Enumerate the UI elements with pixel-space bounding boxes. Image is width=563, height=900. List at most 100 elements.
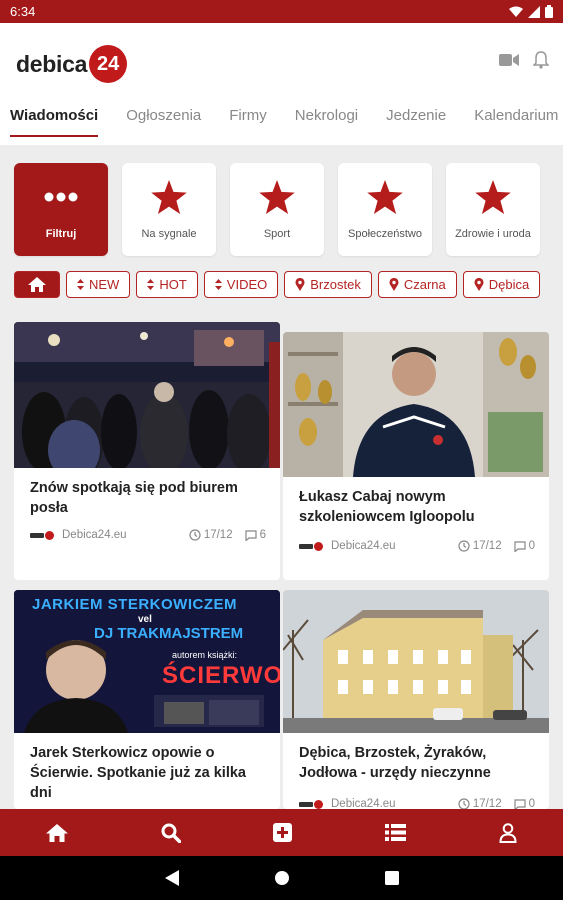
wifi-icon xyxy=(509,6,523,17)
category-filtruj[interactable]: Filtruj xyxy=(14,163,108,256)
app-logo[interactable]: debica 24 xyxy=(16,45,128,83)
tab-nekrologi[interactable]: Nekrologi xyxy=(285,107,368,137)
category-sport[interactable]: Sport xyxy=(230,163,324,256)
chip-label: VIDEO xyxy=(226,277,268,292)
article-image xyxy=(283,590,549,733)
article-title: Jarek Sterkowicz opowie o Ścierwie. Spot… xyxy=(30,745,246,801)
bottom-navigation xyxy=(0,809,563,856)
image-caption-line4: autorem książki: xyxy=(172,650,238,660)
source-logo-icon xyxy=(30,530,56,540)
status-bar: 6:34 xyxy=(0,0,563,23)
image-caption-line5: ŚCIERWO xyxy=(162,662,280,689)
location-pin-icon xyxy=(474,278,484,291)
filter-chips: NEW HOT VIDEO Brzostek Czarna Dębica xyxy=(14,271,541,298)
add-icon[interactable] xyxy=(273,823,293,842)
article-meta: Debica24.eu 17/12 0 xyxy=(299,540,535,552)
list-icon[interactable] xyxy=(385,824,407,841)
category-spoleczenstwo[interactable]: Społeczeństwo xyxy=(338,163,432,256)
category-na-sygnale[interactable]: Na sygnale xyxy=(122,163,216,256)
tab-ogloszenia[interactable]: Ogłoszenia xyxy=(116,107,211,137)
article-image: JARKIEM STERKOWICZEM vel DJ TRAKMAJSTREM… xyxy=(14,590,280,733)
status-time: 6:34 xyxy=(10,4,36,19)
image-caption-line3: DJ TRAKMAJSTREM xyxy=(94,625,244,642)
article-date: 17/12 xyxy=(472,798,502,809)
tab-firmy[interactable]: Firmy xyxy=(219,107,277,137)
category-label: Sport xyxy=(263,227,291,240)
category-label: Filtruj xyxy=(45,227,77,240)
tab-wiadomosci[interactable]: Wiadomości xyxy=(0,107,108,137)
source-logo-icon xyxy=(299,799,325,809)
app-header: debica 24 Wiadomości Ogłoszenia Firmy Ne… xyxy=(0,23,563,145)
category-label: Zdrowie i uroda xyxy=(455,227,531,240)
article-card[interactable]: Znów spotkają się pod biurem posła Debic… xyxy=(14,322,280,580)
home-circle-icon[interactable] xyxy=(274,870,290,886)
logo-text: debica xyxy=(16,50,88,77)
tab-jedzenie[interactable]: Jedzenie xyxy=(376,107,456,137)
article-title: Dębica, Brzostek, Żyraków, Jodłowa - urz… xyxy=(299,745,491,781)
article-card[interactable]: Łukasz Cabaj nowym szkoleniowcem Igloopo… xyxy=(283,332,549,580)
article-meta: Debica24.eu 17/12 0 xyxy=(299,798,535,809)
comment-icon xyxy=(513,540,526,552)
article-source: Debica24.eu xyxy=(331,540,396,552)
chip-brzostek[interactable]: Brzostek xyxy=(284,271,372,298)
chip-hot[interactable]: HOT xyxy=(136,271,198,298)
location-pin-icon xyxy=(389,278,399,291)
chip-new[interactable]: NEW xyxy=(66,271,131,298)
clock-icon xyxy=(458,540,470,552)
chip-debica[interactable]: Dębica xyxy=(462,271,541,298)
logo-badge: 24 xyxy=(89,45,128,83)
chip-video[interactable]: VIDEO xyxy=(203,271,279,298)
chip-label: Czarna xyxy=(403,277,446,292)
battery-icon xyxy=(545,5,553,18)
chip-label: Brzostek xyxy=(310,277,361,292)
clock-icon xyxy=(189,529,201,541)
signal-icon xyxy=(528,5,540,18)
article-image xyxy=(283,332,549,477)
article-comments: 6 xyxy=(259,529,266,541)
chip-label: NEW xyxy=(89,277,120,292)
search-icon[interactable] xyxy=(161,823,181,843)
article-card[interactable]: JARKIEM STERKOWICZEM vel DJ TRAKMAJSTREM… xyxy=(14,590,280,809)
image-caption-line2: vel xyxy=(138,614,152,625)
back-icon[interactable] xyxy=(164,870,179,886)
video-camera-icon[interactable] xyxy=(499,53,519,67)
image-caption-line1: JARKIEM STERKOWICZEM xyxy=(32,596,237,613)
home-icon[interactable] xyxy=(46,823,69,842)
category-tiles: Filtruj Na sygnale Sport Społeczeństwo Z… xyxy=(14,163,540,256)
bell-icon[interactable] xyxy=(533,51,549,69)
clock-icon xyxy=(458,798,470,809)
home-icon xyxy=(28,277,46,292)
star-icon xyxy=(259,179,295,214)
category-label: Na sygnale xyxy=(141,227,197,240)
chip-czarna[interactable]: Czarna xyxy=(377,271,457,298)
chip-label: HOT xyxy=(159,277,187,292)
star-icon xyxy=(151,179,187,214)
article-source: Debica24.eu xyxy=(62,529,127,541)
article-card[interactable]: Dębica, Brzostek, Żyraków, Jodłowa - urz… xyxy=(283,590,549,809)
home-filter-button[interactable] xyxy=(14,271,60,298)
article-source: Debica24.eu xyxy=(331,798,396,809)
article-comments: 0 xyxy=(528,540,535,552)
source-logo-icon xyxy=(299,541,325,551)
chip-label: Dębica xyxy=(488,277,530,292)
comment-icon xyxy=(244,529,257,541)
article-date: 17/12 xyxy=(472,540,502,552)
location-pin-icon xyxy=(295,278,305,291)
star-icon xyxy=(475,179,511,214)
tab-kalendarium[interactable]: Kalendarium xyxy=(464,107,563,137)
article-image xyxy=(14,322,280,468)
category-zdrowie-i-uroda[interactable]: Zdrowie i uroda xyxy=(446,163,540,256)
category-label: Społeczeństwo xyxy=(348,227,422,240)
sort-icon xyxy=(77,279,84,290)
star-icon xyxy=(367,179,403,214)
article-title: Znów spotkają się pod biurem posła xyxy=(30,480,238,516)
sort-icon xyxy=(214,279,222,290)
more-dots-icon xyxy=(44,180,78,214)
system-navigation xyxy=(0,856,563,900)
article-meta: Debica24.eu 17/12 6 xyxy=(30,529,266,541)
article-date: 17/12 xyxy=(203,529,233,541)
user-icon[interactable] xyxy=(499,822,517,843)
article-comments: 0 xyxy=(528,798,535,809)
recents-icon[interactable] xyxy=(384,871,399,885)
article-title: Łukasz Cabaj nowym szkoleniowcem Igloopo… xyxy=(299,489,475,525)
